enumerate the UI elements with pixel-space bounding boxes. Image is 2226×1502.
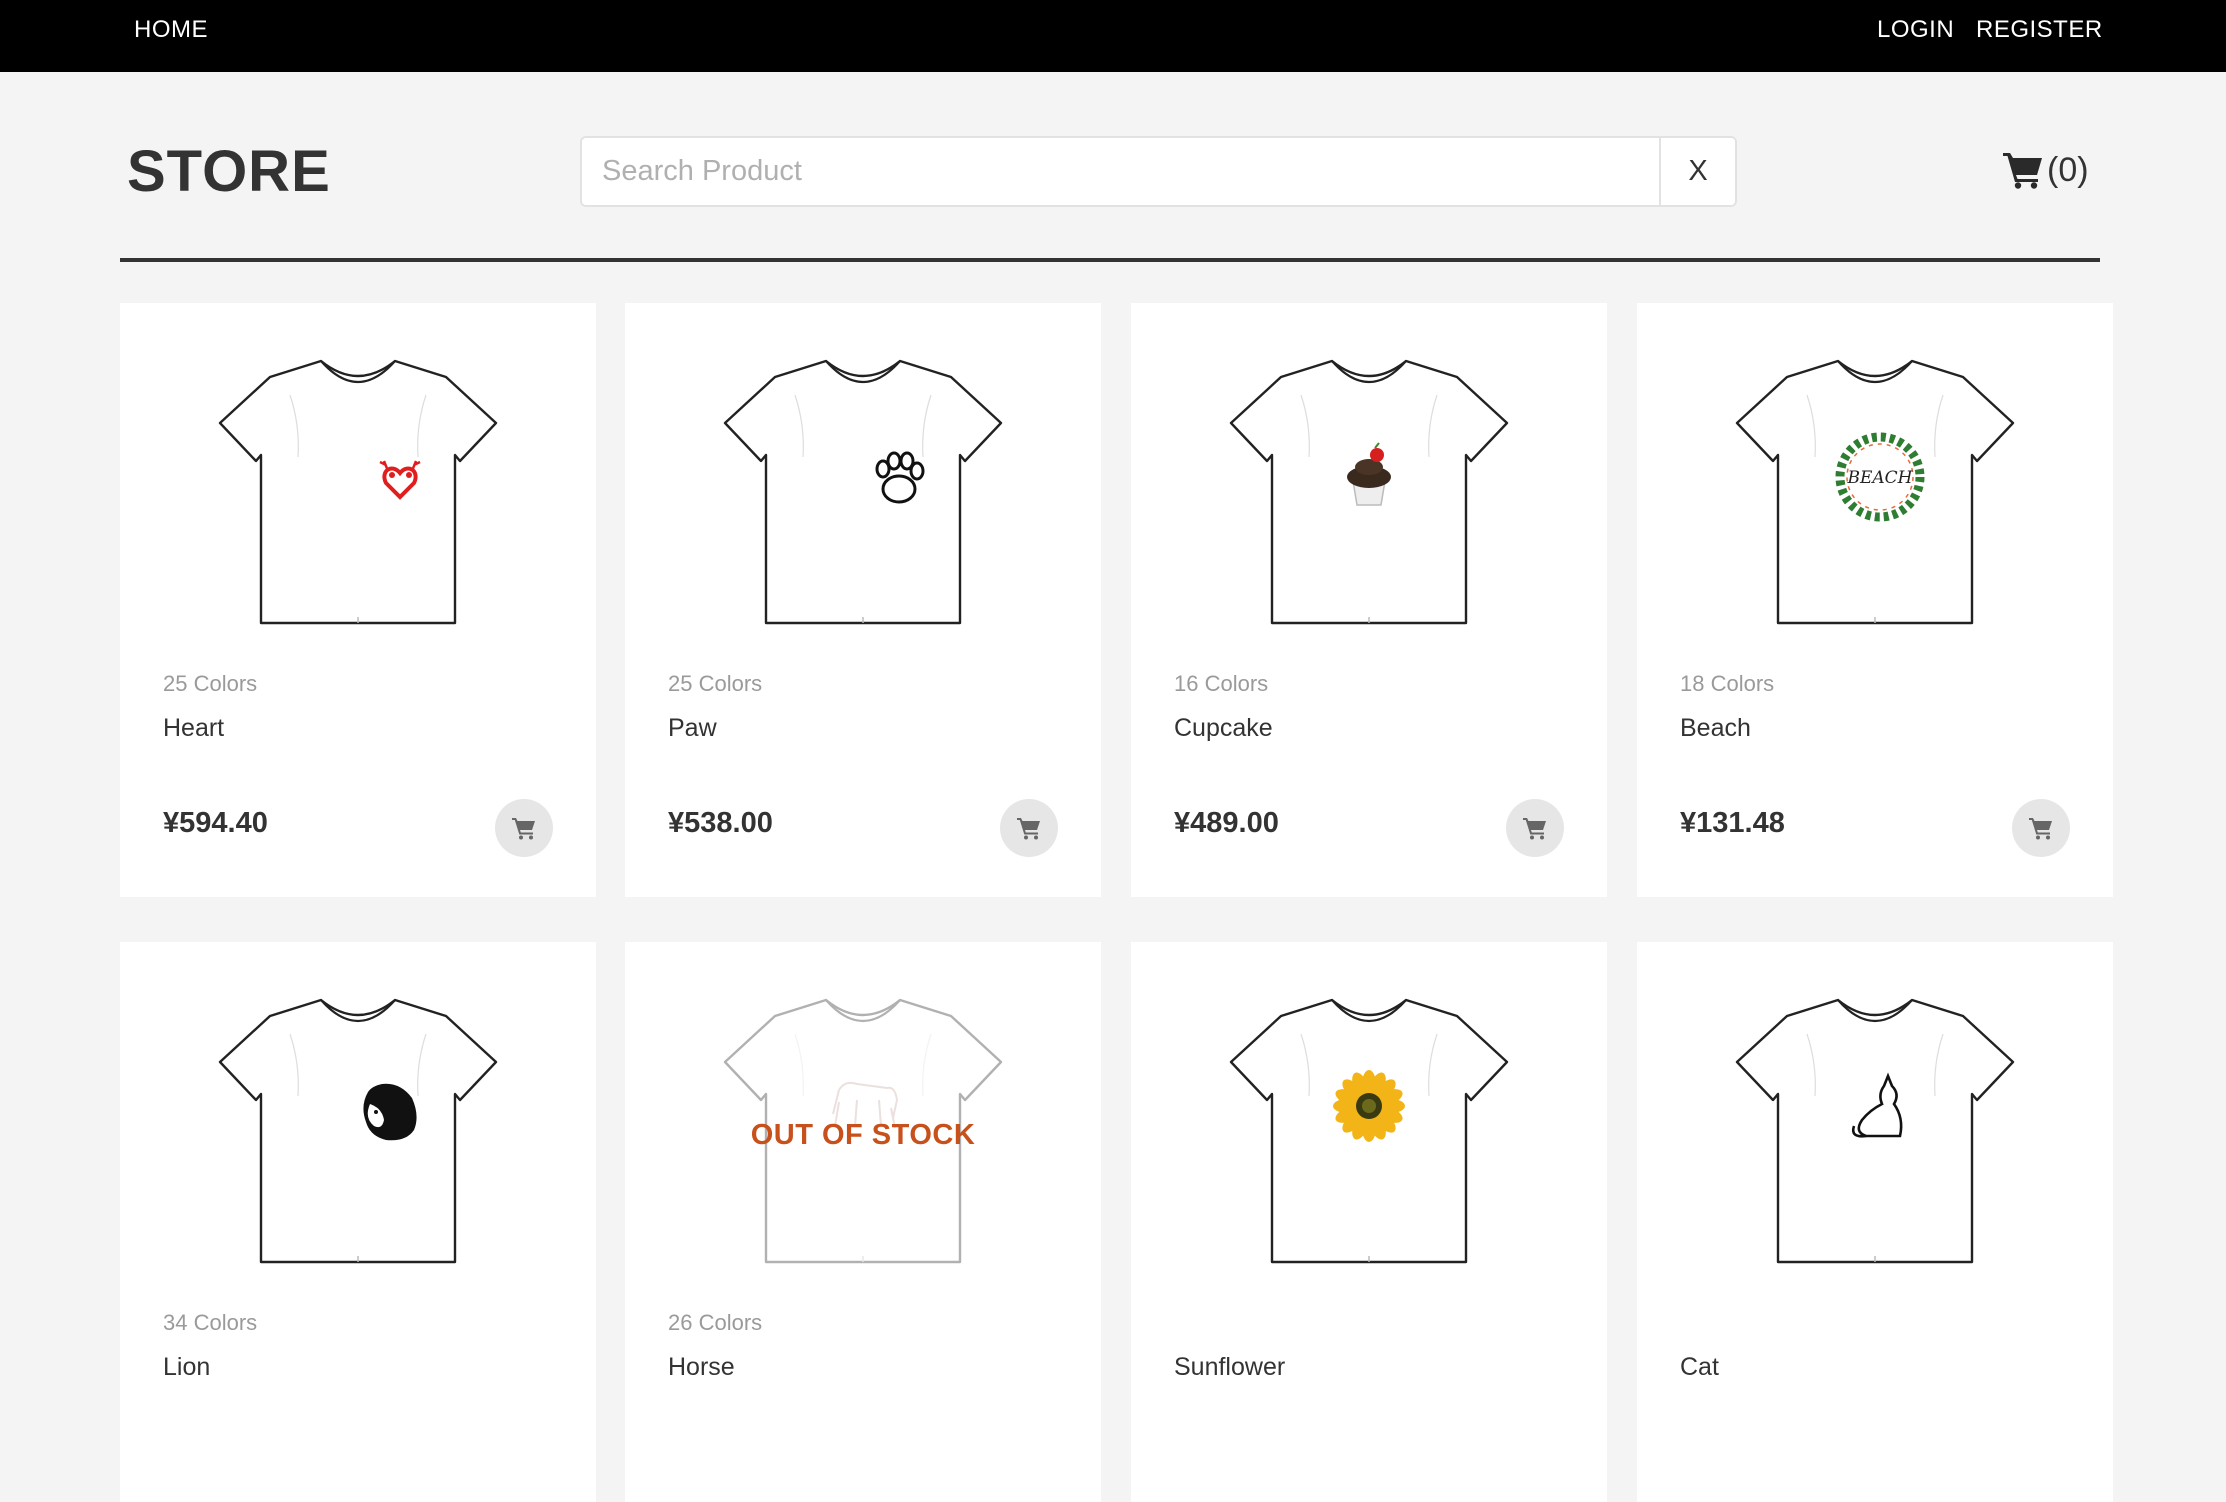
sunflower-icon xyxy=(1333,1070,1405,1142)
product-color-count: 25 Colors xyxy=(163,671,258,696)
cart-button[interactable]: (0) xyxy=(2003,145,2089,195)
product-color-count: 34 Colors xyxy=(163,1310,258,1335)
shopping-cart-icon xyxy=(2003,151,2043,189)
product-image[interactable]: BEACH xyxy=(1725,355,2025,635)
tshirt-icon xyxy=(1229,998,1509,1264)
add-to-cart-button[interactable] xyxy=(1506,799,1564,857)
product-card[interactable]: 34 Colors Lion xyxy=(120,942,596,1502)
tshirt-icon xyxy=(1229,359,1509,625)
product-price: ¥594.40 xyxy=(163,807,268,839)
product-color-count: 25 Colors xyxy=(668,671,763,696)
product-name: Sunflower xyxy=(1174,1353,1286,1381)
product-card[interactable]: BEACH 18 Colors Beach ¥131.48 xyxy=(1637,303,2113,897)
tshirt-icon xyxy=(218,359,498,625)
product-image[interactable] xyxy=(1219,355,1519,635)
add-to-cart-button[interactable] xyxy=(2012,799,2070,857)
header-divider xyxy=(120,258,2100,262)
out-of-stock-overlay: OUT OF STOCK xyxy=(625,942,1101,1282)
product-name: Beach xyxy=(1680,714,1751,742)
product-price: ¥489.00 xyxy=(1174,807,1279,839)
product-name: Horse xyxy=(668,1353,735,1381)
top-nav-bar: HOME LOGIN REGISTER xyxy=(0,0,2226,72)
product-image[interactable] xyxy=(1725,994,2025,1274)
add-to-cart-button[interactable] xyxy=(495,799,553,857)
nav-login-link[interactable]: LOGIN xyxy=(1877,16,1954,44)
tshirt-icon xyxy=(1735,998,2015,1264)
add-to-cart-icon xyxy=(1017,818,1040,840)
nav-home-link[interactable]: HOME xyxy=(134,16,208,44)
product-price: ¥131.48 xyxy=(1680,807,1785,839)
nav-register-link[interactable]: REGISTER xyxy=(1976,16,2103,44)
add-to-cart-icon xyxy=(2029,818,2052,840)
product-card[interactable]: 16 Colors Cupcake ¥489.00 xyxy=(1131,303,1607,897)
product-card[interactable]: Cat xyxy=(1637,942,2113,1502)
out-of-stock-label: OUT OF STOCK xyxy=(750,1119,976,1151)
product-color-count: 26 Colors xyxy=(668,1310,763,1335)
product-name: Cupcake xyxy=(1174,714,1273,742)
tshirt-icon xyxy=(218,998,498,1264)
product-name: Cat xyxy=(1680,1353,1719,1381)
product-card[interactable]: Sunflower xyxy=(1131,942,1607,1502)
add-to-cart-icon xyxy=(512,818,535,840)
product-color-count: 18 Colors xyxy=(1680,671,1775,696)
product-card[interactable]: 25 Colors Paw ¥538.00 xyxy=(625,303,1101,897)
search-input[interactable] xyxy=(582,138,1659,205)
product-price: ¥538.00 xyxy=(668,807,773,839)
product-card[interactable]: 25 Colors Heart ¥594.40 xyxy=(120,303,596,897)
product-name: Paw xyxy=(668,714,717,742)
add-to-cart-icon xyxy=(1523,818,1546,840)
beach-design-text: BEACH xyxy=(1846,468,1913,488)
product-color-count: 16 Colors xyxy=(1174,671,1269,696)
product-image[interactable] xyxy=(208,994,508,1274)
product-card[interactable]: OUT OF STOCK 26 Colors Horse xyxy=(625,942,1101,1502)
add-to-cart-button[interactable] xyxy=(1000,799,1058,857)
product-image[interactable] xyxy=(713,355,1013,635)
cart-count: (0) xyxy=(2047,150,2089,189)
product-name: Heart xyxy=(163,714,225,742)
product-image[interactable] xyxy=(208,355,508,635)
page-title: STORE xyxy=(127,139,331,204)
tshirt-icon: BEACH xyxy=(1735,359,2015,625)
product-image[interactable] xyxy=(1219,994,1519,1274)
search-bar: X xyxy=(580,136,1737,207)
tshirt-icon xyxy=(723,359,1003,625)
product-name: Lion xyxy=(163,1353,211,1381)
search-clear-button[interactable]: X xyxy=(1659,138,1735,205)
